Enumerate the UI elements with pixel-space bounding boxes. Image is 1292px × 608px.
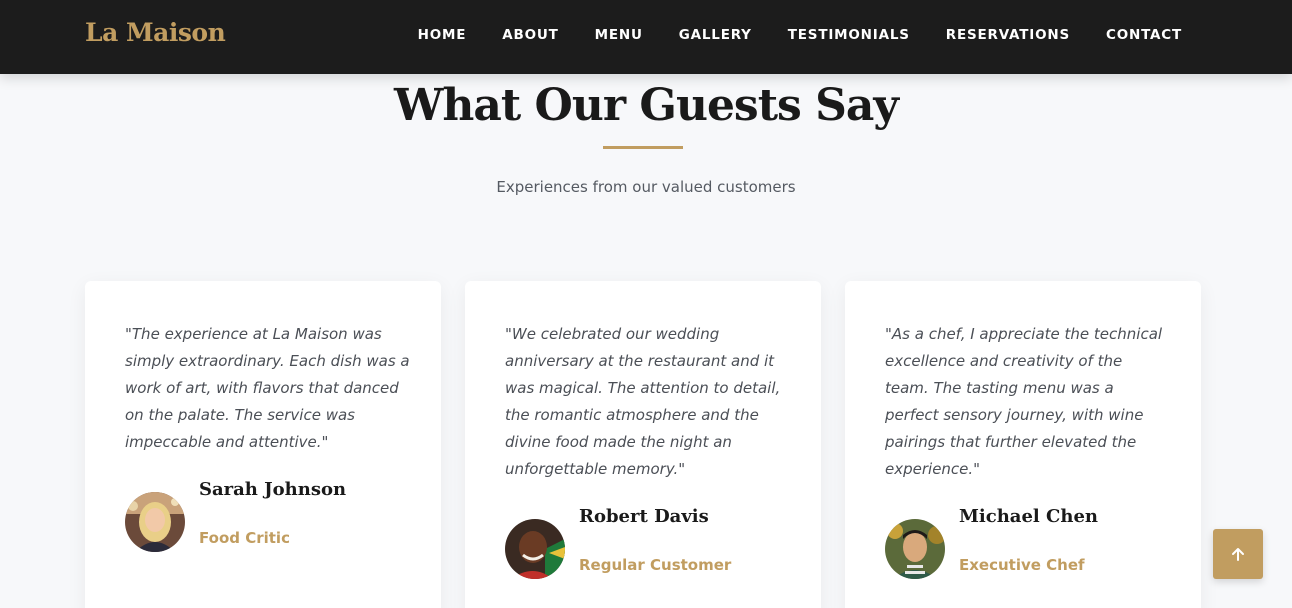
author-role: Regular Customer xyxy=(579,556,732,574)
nav-menu: HOME ABOUT MENU GALLERY TESTIMONIALS RES… xyxy=(418,27,1182,43)
nav-item-reservations[interactable]: RESERVATIONS xyxy=(946,27,1070,43)
nav-item-about[interactable]: ABOUT xyxy=(502,27,558,43)
avatar xyxy=(125,492,185,552)
author-role: Food Critic xyxy=(199,529,290,547)
testimonial-card: "We celebrated our wedding anniversary a… xyxy=(465,281,821,608)
author-role: Executive Chef xyxy=(959,556,1085,574)
testimonial-card: "As a chef, I appreciate the technical e… xyxy=(845,281,1201,608)
author-name: Robert Davis xyxy=(579,506,709,527)
avatar xyxy=(885,519,945,579)
section-title: What Our Guests Say xyxy=(394,80,899,131)
nav-item-testimonials[interactable]: TESTIMONIALS xyxy=(788,27,910,43)
testimonial-card: "The experience at La Maison was simply … xyxy=(85,281,441,608)
brand-logo[interactable]: La Maison xyxy=(85,18,226,47)
nav-item-home[interactable]: HOME xyxy=(418,27,467,43)
testimonial-quote: "As a chef, I appreciate the technical e… xyxy=(885,325,1163,478)
section-subtitle: Experiences from our valued customers xyxy=(496,178,796,196)
author-name: Michael Chen xyxy=(959,506,1098,527)
nav-item-contact[interactable]: CONTACT xyxy=(1106,27,1182,43)
testimonial-quote: "We celebrated our wedding anniversary a… xyxy=(505,325,781,478)
nav-item-menu[interactable]: MENU xyxy=(595,27,643,43)
arrow-up-icon xyxy=(1232,548,1244,561)
title-underline xyxy=(603,146,683,149)
nav-item-gallery[interactable]: GALLERY xyxy=(679,27,752,43)
author-name: Sarah Johnson xyxy=(199,479,347,500)
avatar xyxy=(505,519,565,579)
navbar: La Maison HOME ABOUT MENU GALLERY TESTIM… xyxy=(0,0,1292,74)
back-to-top-button[interactable] xyxy=(1213,529,1263,579)
testimonial-quote: "The experience at La Maison was simply … xyxy=(125,325,410,451)
